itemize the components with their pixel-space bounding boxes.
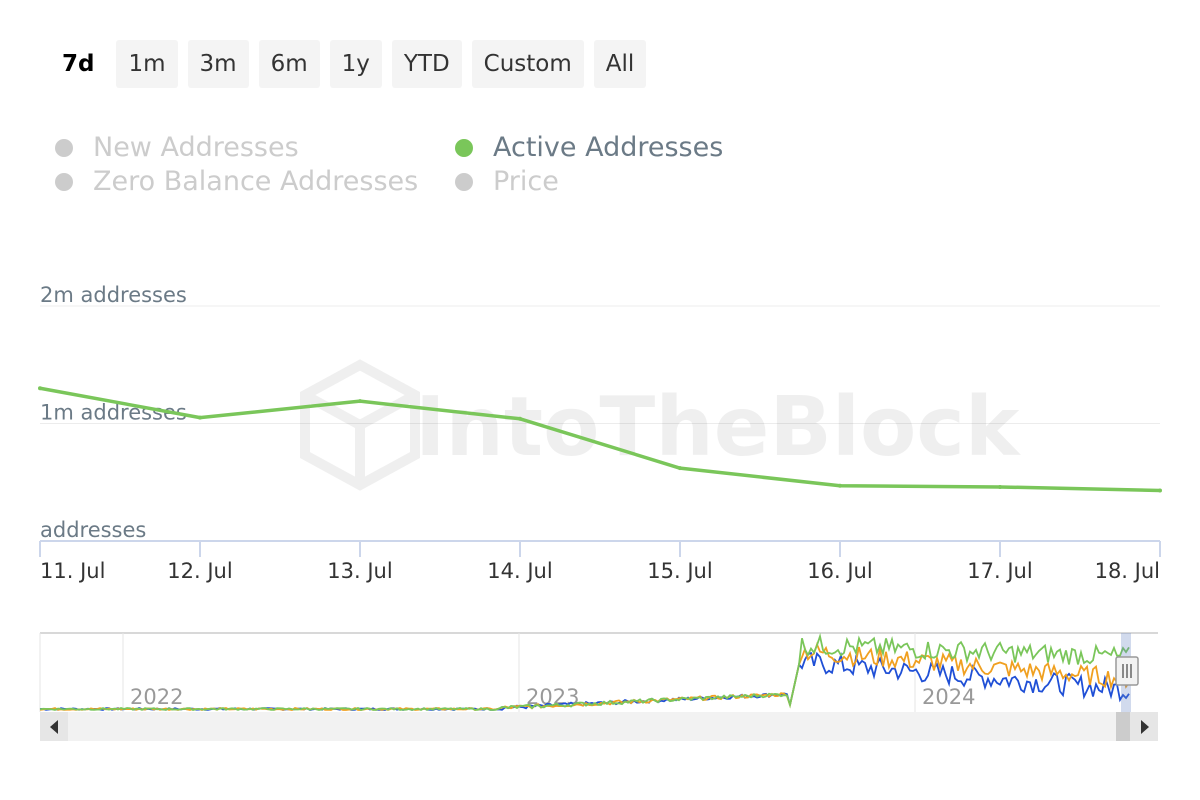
y-tick-label: 2m addresses: [40, 283, 187, 307]
x-tick-label: 14. Jul: [487, 559, 552, 583]
data-point[interactable]: [38, 386, 42, 391]
data-point[interactable]: [518, 416, 522, 421]
watermark-text: IntoTheBlock: [415, 380, 1022, 475]
navigator-year-label: 2022: [130, 685, 183, 709]
x-tick-label: 15. Jul: [647, 559, 712, 583]
x-tick-label: 11. Jul: [40, 559, 105, 583]
navigator-year-label: 2024: [922, 685, 975, 709]
data-point[interactable]: [678, 466, 682, 471]
x-tick-label: 12. Jul: [167, 559, 232, 583]
data-point[interactable]: [998, 484, 1002, 489]
x-tick-label: 13. Jul: [327, 559, 392, 583]
x-tick-label: 16. Jul: [807, 559, 872, 583]
y-tick-label: addresses: [40, 518, 146, 542]
watermark-logo: [300, 359, 420, 491]
scrollbar-track[interactable]: [40, 712, 1158, 741]
data-point[interactable]: [358, 399, 362, 404]
x-tick-label: 17. Jul: [967, 559, 1032, 583]
chart-canvas: IntoTheBlock addresses1m addresses2m add…: [38, 283, 1162, 741]
data-point[interactable]: [1158, 488, 1162, 493]
navigator: 2022 2023 2024: [39, 632, 1158, 741]
x-tick-label: 18. Jul: [1095, 559, 1160, 583]
data-point[interactable]: [838, 483, 842, 488]
scrollbar-thumb[interactable]: [1116, 712, 1130, 741]
data-point[interactable]: [198, 415, 202, 420]
